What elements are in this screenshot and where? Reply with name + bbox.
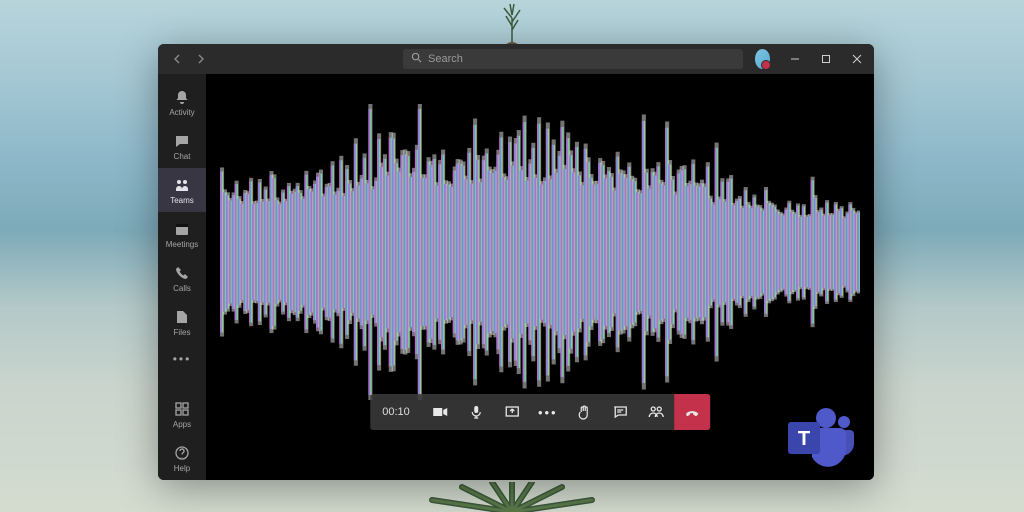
show-participants-button[interactable] [638,394,674,430]
sidebar-label: Apps [173,420,191,429]
background-plant-top [492,0,532,50]
background-plant-bottom [382,482,642,512]
conversation-icon [612,404,628,420]
sidebar-item-help[interactable]: Help [158,436,206,480]
bell-icon [173,88,191,106]
call-content-area: 00:10 ••• [206,74,874,480]
window-minimize-button[interactable] [782,45,807,73]
search-placeholder: Search [428,53,463,65]
help-icon [173,444,191,462]
camera-button[interactable] [422,394,458,430]
sidebar-item-apps[interactable]: Apps [158,392,206,436]
apps-icon [173,400,191,418]
call-toolbar: 00:10 ••• [370,394,710,430]
nav-back-button[interactable] [166,48,188,70]
app-body: Activity Chat Teams Meetings Calls Files [158,74,874,480]
nav-forward-button[interactable] [190,48,212,70]
titlebar: Search [158,44,874,74]
sidebar-item-chat[interactable]: Chat [158,124,206,168]
nav-arrows [166,48,212,70]
teams-logo: T [782,402,856,472]
maximize-icon [821,54,831,64]
sidebar: Activity Chat Teams Meetings Calls Files [158,74,206,480]
sidebar-item-activity[interactable]: Activity [158,80,206,124]
sidebar-label: Calls [173,284,191,293]
chat-icon [173,132,191,150]
chevron-left-icon [173,54,181,64]
window-close-button[interactable] [845,45,870,73]
microphone-button[interactable] [458,394,494,430]
share-screen-button[interactable] [494,394,530,430]
phone-icon [173,264,191,282]
hangup-button[interactable] [674,394,710,430]
sidebar-item-files[interactable]: Files [158,300,206,344]
microphone-icon [468,404,484,420]
camera-icon [432,404,448,420]
sidebar-label: Help [174,464,190,473]
call-duration: 00:10 [370,406,422,418]
window-maximize-button[interactable] [813,45,838,73]
sidebar-more-button[interactable]: ••• [158,344,206,374]
search-icon [411,52,422,66]
ellipsis-icon: ••• [173,352,192,366]
file-icon [173,308,191,326]
hangup-icon [683,403,701,421]
teams-icon [173,176,191,194]
hand-icon [576,404,592,420]
svg-text:T: T [798,428,810,450]
user-avatar[interactable] [755,49,770,69]
sidebar-label: Files [174,328,191,337]
sidebar-label: Teams [170,196,194,205]
minimize-icon [790,54,800,64]
close-icon [852,54,862,64]
sidebar-label: Meetings [166,240,198,249]
sidebar-label: Chat [174,152,191,161]
search-input[interactable]: Search [403,49,743,69]
calendar-icon [173,220,191,238]
sidebar-item-calls[interactable]: Calls [158,256,206,300]
more-actions-button[interactable]: ••• [530,394,566,430]
sidebar-label: Activity [169,108,194,117]
ellipsis-icon: ••• [538,405,558,420]
raise-hand-button[interactable] [566,394,602,430]
show-conversation-button[interactable] [602,394,638,430]
participants-icon [648,404,664,420]
share-icon [504,404,520,420]
app-window: Search Activity Chat Teams [158,44,874,480]
chevron-right-icon [197,54,205,64]
sidebar-item-meetings[interactable]: Meetings [158,212,206,256]
audio-waveform [206,104,874,400]
sidebar-item-teams[interactable]: Teams [158,168,206,212]
